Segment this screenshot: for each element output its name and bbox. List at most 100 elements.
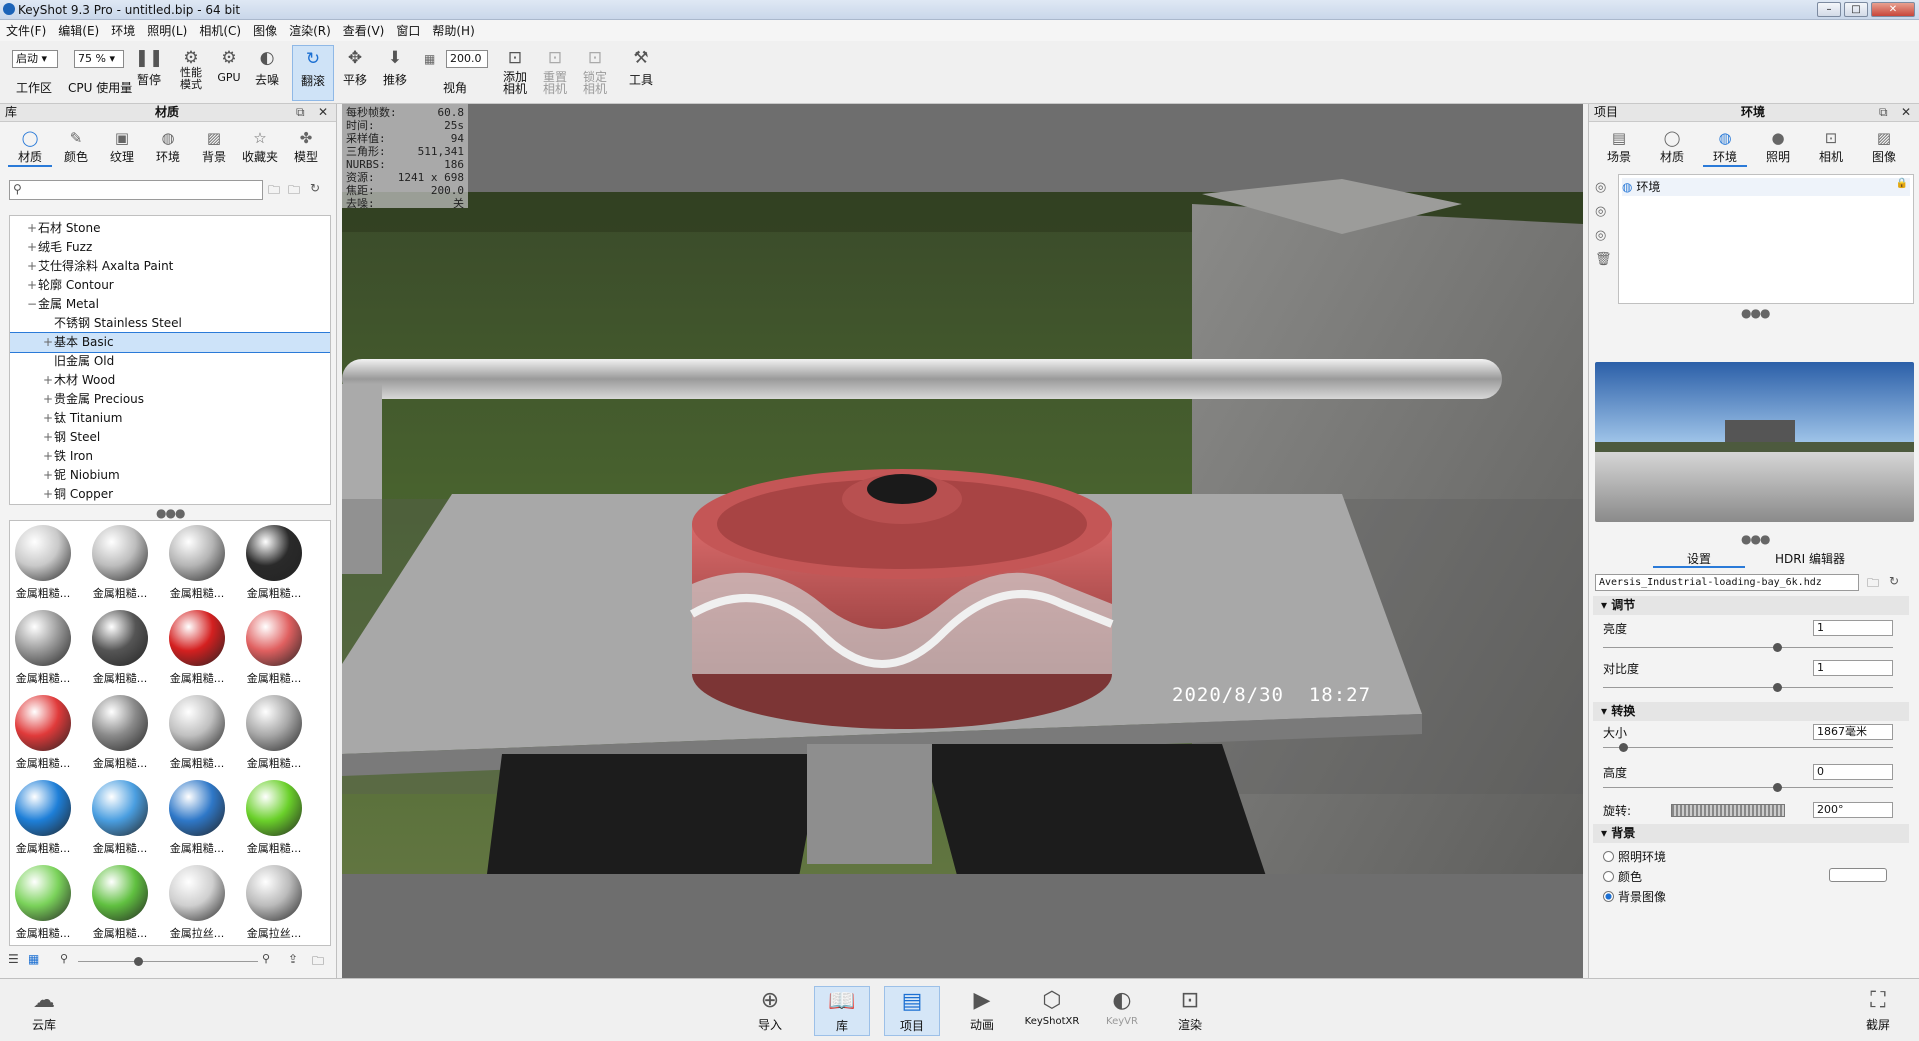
expand-toggle-icon[interactable]: +: [26, 219, 38, 238]
bottom-tab-4[interactable]: ⬡ KeyShotXR: [1024, 986, 1080, 1036]
material-thumbnail[interactable]: 金属粗糙...: [245, 695, 303, 770]
menu-item-4[interactable]: 相机(C): [199, 22, 241, 39]
pause-button[interactable]: ❚❚ 暂停: [134, 45, 164, 101]
tree-item[interactable]: 旧金属 Old: [10, 352, 330, 371]
bottom-tab-2[interactable]: ▤ 项目: [884, 986, 940, 1036]
bottom-tab-5[interactable]: ◐ KeyVR: [1094, 986, 1150, 1036]
material-thumbnail[interactable]: 金属粗糙...: [14, 865, 72, 940]
cloud-library-button[interactable]: ☁ 云库: [16, 986, 72, 1036]
expand-toggle-icon[interactable]: +: [42, 485, 54, 504]
tree-item[interactable]: +铌 Niobium: [10, 466, 330, 485]
slider-knob[interactable]: [1773, 783, 1782, 792]
section-adjust[interactable]: ▾ 调节: [1593, 596, 1909, 615]
tree-item[interactable]: +艾仕得涂料 Axalta Paint: [10, 257, 330, 276]
library-search-input[interactable]: [26, 182, 256, 198]
library-tab-1[interactable]: ✎ 颜色: [54, 128, 98, 165]
material-thumbnail[interactable]: 金属粗糙...: [91, 695, 149, 770]
expand-toggle-icon[interactable]: +: [26, 238, 38, 257]
tree-item[interactable]: +钛 Titanium: [10, 409, 330, 428]
expand-toggle-icon[interactable]: −: [26, 295, 38, 314]
tree-item[interactable]: +轮廓 Contour: [10, 276, 330, 295]
cpu-usage-select[interactable]: 75 % ▾: [74, 50, 124, 68]
duplicate-environment-icon[interactable]: ◎: [1595, 200, 1612, 224]
environment-list-item[interactable]: ◍ 环境 🔒: [1622, 178, 1910, 196]
hdri-preview[interactable]: [1595, 362, 1914, 522]
expand-toggle-icon[interactable]: +: [42, 333, 54, 352]
maximize-button[interactable]: □: [1844, 2, 1868, 17]
project-tab-5[interactable]: ▨ 图像: [1862, 128, 1906, 165]
expand-toggle-icon[interactable]: +: [26, 257, 38, 276]
startup-select[interactable]: 启动 ▾: [12, 50, 58, 68]
close-window-button[interactable]: ✕: [1871, 2, 1915, 17]
background-radio[interactable]: 背景图像: [1603, 886, 1903, 906]
tree-item[interactable]: +钢 Steel: [10, 428, 330, 447]
tree-item[interactable]: +铜 Copper: [10, 485, 330, 504]
project-tab-1[interactable]: ◯ 材质: [1650, 128, 1694, 165]
float-panel-icon[interactable]: ⧉: [1879, 104, 1888, 121]
tools-button[interactable]: ⚒ 工具: [624, 45, 658, 101]
material-thumbnail[interactable]: 金属粗糙...: [245, 525, 303, 600]
material-thumbnail[interactable]: 金属粗糙...: [168, 695, 226, 770]
section-background[interactable]: ▾ 背景: [1593, 824, 1909, 843]
expand-toggle-icon[interactable]: +: [26, 276, 38, 295]
import-folder-icon[interactable]: 🗀: [312, 952, 324, 973]
slider-knob[interactable]: [1619, 743, 1629, 752]
grid-view-icon[interactable]: ▦: [28, 952, 39, 966]
expand-toggle-icon[interactable]: +: [42, 466, 54, 485]
bottom-tab-0[interactable]: ⊕ 导入: [742, 986, 798, 1036]
material-thumbnail[interactable]: 金属粗糙...: [14, 695, 72, 770]
library-tab-2[interactable]: ▣ 纹理: [100, 128, 144, 165]
material-thumbnail[interactable]: 金属拉丝...: [168, 865, 226, 940]
expand-toggle-icon[interactable]: +: [42, 409, 54, 428]
add-environment-icon[interactable]: ◎: [1595, 176, 1612, 200]
material-thumbnail[interactable]: 金属粗糙...: [168, 525, 226, 600]
library-search-box[interactable]: ⚲: [9, 180, 263, 200]
open-folder-icon[interactable]: 🗀: [1867, 574, 1879, 595]
rotation-input[interactable]: 200°: [1813, 802, 1893, 818]
menu-item-3[interactable]: 照明(L): [147, 22, 187, 39]
library-tab-6[interactable]: ✤ 模型: [284, 128, 328, 165]
denoise-button[interactable]: ◐ 去噪: [252, 45, 282, 101]
menu-item-6[interactable]: 渲染(R): [289, 22, 331, 39]
splitter-handle[interactable]: ●●●: [1741, 532, 1770, 546]
refresh-icon[interactable]: ↻: [310, 181, 320, 195]
subtab-settings[interactable]: 设置: [1653, 550, 1745, 568]
slider-knob[interactable]: [1773, 643, 1782, 652]
project-tab-4[interactable]: ⊡ 相机: [1809, 128, 1853, 165]
brightness-input[interactable]: 1: [1813, 620, 1893, 636]
menu-item-0[interactable]: 文件(F): [6, 22, 46, 39]
material-thumbnail[interactable]: 金属粗糙...: [91, 525, 149, 600]
project-tab-3[interactable]: ● 照明: [1756, 128, 1800, 165]
tree-item[interactable]: +绒毛 Fuzz: [10, 238, 330, 257]
folder-icon[interactable]: 🗀: [268, 181, 280, 202]
library-tab-5[interactable]: ☆ 收藏夹: [238, 128, 282, 165]
delete-icon[interactable]: 🗑: [1595, 248, 1612, 272]
material-thumbnail[interactable]: 金属粗糙...: [245, 780, 303, 855]
pan-button[interactable]: ✥ 平移: [340, 45, 370, 101]
expand-toggle-icon[interactable]: +: [42, 428, 54, 447]
subtab-hdri-editor[interactable]: HDRI 编辑器: [1765, 550, 1855, 568]
dolly-button[interactable]: ⬇ 推移: [380, 45, 410, 101]
library-tab-3[interactable]: ◍ 环境: [146, 128, 190, 165]
tree-item[interactable]: +木材 Wood: [10, 371, 330, 390]
splitter-handle[interactable]: ●●●: [156, 506, 185, 520]
close-panel-icon[interactable]: ✕: [318, 104, 328, 121]
thumbnail-size-slider[interactable]: [78, 957, 258, 966]
zoom-in-icon[interactable]: ⚲: [262, 952, 270, 965]
library-tab-4[interactable]: ▨ 背景: [192, 128, 236, 165]
contrast-input[interactable]: 1: [1813, 660, 1893, 676]
material-thumbnail[interactable]: 金属粗糙...: [91, 865, 149, 940]
zoom-out-icon[interactable]: ⚲: [60, 952, 68, 965]
height-slider[interactable]: [1603, 783, 1893, 792]
material-thumbnail[interactable]: 金属粗糙...: [91, 610, 149, 685]
screenshot-button[interactable]: ⛶ 截屏: [1850, 986, 1906, 1036]
material-thumbnail[interactable]: 金属粗糙...: [168, 610, 226, 685]
menu-item-2[interactable]: 环境: [111, 22, 135, 39]
performance-mode-button[interactable]: ⚙ 性能 模式: [174, 45, 208, 101]
background-radio[interactable]: 照明环境: [1603, 846, 1903, 866]
lock-camera-button[interactable]: ⊡ 锁定 相机: [580, 45, 610, 101]
float-panel-icon[interactable]: ⧉: [296, 104, 305, 121]
slider-knob[interactable]: [1773, 683, 1782, 692]
minimize-button[interactable]: –: [1817, 2, 1841, 17]
close-panel-icon[interactable]: ✕: [1901, 104, 1911, 121]
